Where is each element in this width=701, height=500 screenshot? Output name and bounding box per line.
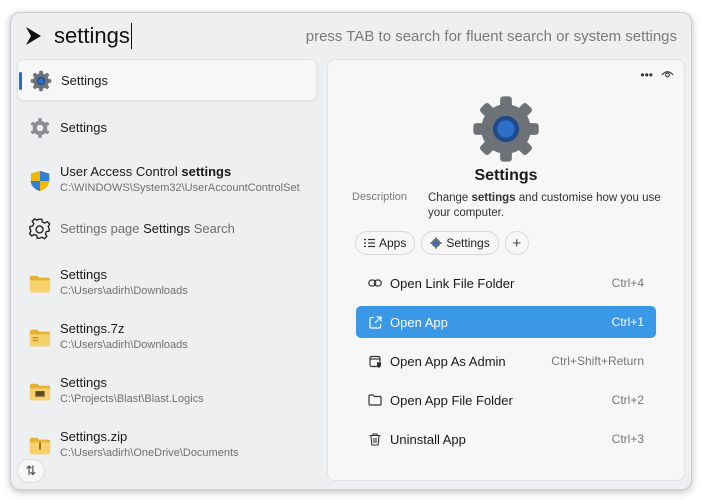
result-item[interactable]: Settings (17, 59, 317, 101)
more-options-icon[interactable]: ••• (640, 68, 653, 82)
tag-chips: Apps Settings + (355, 231, 529, 255)
search-query-text: settings (54, 23, 130, 48)
admin-shield-icon (368, 354, 382, 368)
result-item[interactable]: User Access Control settings C:\WINDOWS\… (17, 158, 317, 200)
results-list: Settings Settings User Access Control se… (17, 59, 319, 489)
preview-title: Settings (474, 167, 538, 184)
trash-icon (368, 432, 382, 446)
search-input[interactable]: settings (54, 23, 132, 49)
sort-button[interactable]: ⇅ (17, 459, 45, 483)
result-path: C:\Projects\Blast\Blast.Logics (60, 393, 204, 405)
gear-icon (430, 237, 442, 249)
result-title: Settings (60, 375, 107, 390)
preview-panel: ••• Settings Description Change settings… (327, 59, 685, 481)
list-icon (364, 238, 375, 248)
result-path: C:\WINDOWS\System32\UserAccountControlSe… (60, 182, 300, 194)
project-folder-icon (29, 383, 51, 401)
result-title: Settings.7z (60, 321, 125, 336)
action-open-app-file-folder[interactable]: Open App File Folder Ctrl+2 (356, 384, 656, 416)
description-text: Change settings and customise how you us… (428, 192, 661, 219)
add-tag-button[interactable]: + (504, 231, 529, 255)
shortcut-label: Ctrl+2 (611, 393, 644, 407)
result-title: Settings (60, 120, 107, 135)
text-caret (130, 23, 132, 49)
gear-line-icon (29, 218, 51, 240)
result-path: C:\Users\adirh\Downloads (60, 285, 188, 297)
action-open-link-file-folder[interactable]: Open Link File Folder Ctrl+4 (356, 267, 656, 299)
result-item[interactable]: Settings (17, 107, 317, 149)
result-path: C:\Users\adirh\Downloads (60, 339, 188, 351)
shield-icon (30, 170, 50, 192)
shortcut-label: Ctrl+4 (611, 276, 644, 290)
result-title: Settings page Settings Search (60, 221, 235, 236)
zip-folder-icon (29, 437, 51, 455)
settings-app-icon (473, 96, 539, 162)
result-path: C:\Users\adirh\OneDrive\Documents (60, 447, 239, 459)
search-bar: settings press TAB to search for fluent … (11, 13, 691, 59)
plus-icon: + (512, 234, 522, 252)
fluent-search-window: settings press TAB to search for fluent … (10, 12, 692, 490)
result-title: User Access Control settings (60, 164, 232, 179)
link-icon (368, 276, 382, 290)
gear-outline-icon (30, 117, 50, 139)
result-title: Settings (61, 73, 108, 88)
archive-folder-icon (29, 329, 51, 347)
gear-icon (30, 70, 52, 92)
action-uninstall-app[interactable]: Uninstall App Ctrl+3 (356, 423, 656, 455)
result-item[interactable]: Settings C:\Projects\Blast\Blast.Logics (17, 369, 317, 411)
chip-settings[interactable]: Settings (421, 231, 499, 255)
folder-outline-icon (368, 393, 382, 407)
shortcut-label: Ctrl+3 (611, 432, 644, 446)
result-item[interactable]: Settings.7z C:\Users\adirh\Downloads (17, 315, 317, 357)
result-title: Settings (60, 267, 107, 282)
shortcut-label: Ctrl+Shift+Return (551, 354, 644, 368)
result-item[interactable]: Settings.zip C:\Users\adirh\OneDrive\Doc… (17, 423, 317, 465)
folder-icon (29, 275, 51, 293)
result-title: Settings.zip (60, 429, 128, 444)
description-label: Description (352, 191, 408, 203)
action-open-app[interactable]: Open App Ctrl+1 (356, 306, 656, 338)
shortcut-label: Ctrl+1 (611, 315, 644, 329)
result-item[interactable]: Settings page Settings Search (17, 208, 317, 250)
chip-apps[interactable]: Apps (355, 231, 416, 255)
sort-arrows-icon: ⇅ (25, 463, 37, 478)
search-hint: press TAB to search for fluent search or… (305, 28, 677, 45)
result-item[interactable]: Settings C:\Users\adirh\Downloads (17, 261, 317, 303)
open-external-icon (368, 315, 382, 329)
action-open-app-as-admin[interactable]: Open App As Admin Ctrl+Shift+Return (356, 345, 656, 377)
eye-icon[interactable] (661, 68, 674, 80)
selection-indicator (19, 72, 22, 90)
app-logo-icon (26, 27, 41, 45)
